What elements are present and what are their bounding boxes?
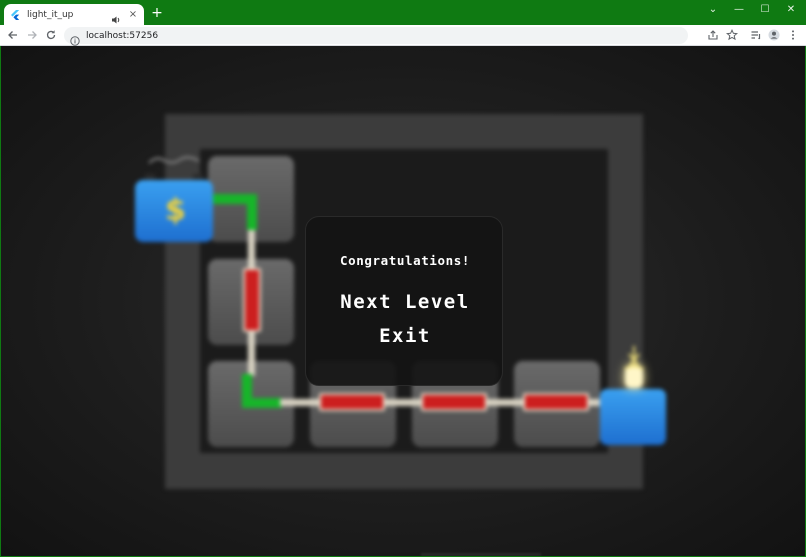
- tab-title: light_it_up: [27, 9, 74, 20]
- game-canvas[interactable]: $ Congratulations! Next Level Exit: [1, 46, 805, 556]
- browser-tab[interactable]: light_it_up ×: [4, 4, 144, 25]
- star-icon[interactable]: [725, 28, 739, 42]
- wire-segment: [248, 230, 255, 270]
- close-window-button[interactable]: ✕: [780, 3, 802, 17]
- flutter-icon: [10, 9, 20, 20]
- new-tab-button[interactable]: +: [150, 6, 164, 20]
- wire-segment: [242, 398, 282, 408]
- wire-segment: [523, 393, 589, 411]
- battery-terminal: [145, 174, 155, 180]
- reading-list-icon[interactable]: [749, 28, 763, 42]
- speaker-icon[interactable]: [111, 10, 121, 23]
- kebab-menu-icon[interactable]: [786, 28, 800, 42]
- exit-button[interactable]: Exit: [306, 325, 504, 347]
- congratulations-message: Congratulations!: [339, 253, 470, 268]
- close-tab-button[interactable]: ×: [128, 9, 138, 20]
- arrow-right-icon[interactable]: [25, 28, 39, 42]
- share-icon[interactable]: [706, 28, 720, 42]
- maximize-button[interactable]: ☐: [754, 3, 776, 17]
- lightning-bolt-icon: $: [165, 193, 186, 228]
- next-level-button[interactable]: Next Level: [306, 291, 504, 313]
- info-icon[interactable]: [70, 31, 80, 46]
- bulb-socket: [600, 389, 666, 445]
- profile-icon[interactable]: [767, 28, 781, 42]
- wire-segment: [319, 393, 385, 411]
- level-complete-dialog: Congratulations! Next Level Exit: [305, 216, 503, 386]
- tab-search-button[interactable]: ⌄: [702, 3, 724, 17]
- battery-terminal: [193, 174, 203, 180]
- browser-toolbar: localhost:57256: [0, 25, 806, 46]
- bottom-shadow: [421, 553, 541, 556]
- wire-segment: [421, 393, 487, 411]
- browser-titlebar: light_it_up × + ⌄ — ☐ ✕: [0, 0, 806, 25]
- wire-segment: [243, 268, 261, 332]
- minimize-button[interactable]: —: [728, 3, 750, 17]
- sparkle-icon: [148, 156, 200, 164]
- battery: $: [135, 174, 213, 242]
- wire-segment: [247, 194, 257, 230]
- arrow-left-icon[interactable]: [6, 28, 20, 42]
- wire-segment: [248, 332, 255, 376]
- url-text: localhost:57256: [86, 30, 159, 41]
- reload-icon[interactable]: [44, 28, 58, 42]
- address-bar[interactable]: localhost:57256: [64, 27, 688, 46]
